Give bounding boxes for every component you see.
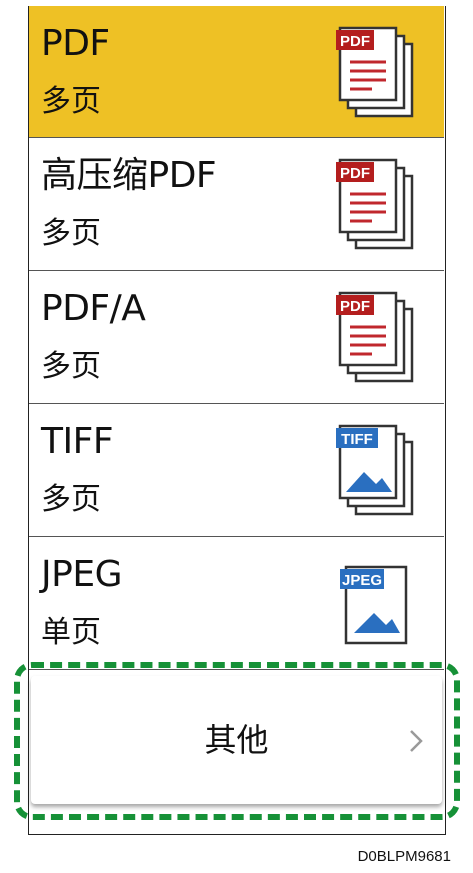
page-mode-label: 多页	[41, 216, 101, 251]
list-bottom-border	[28, 834, 446, 835]
badge-text: PDF	[340, 298, 370, 315]
chevron-right-icon	[410, 730, 423, 752]
pdf-multipage-icon: PDF	[330, 291, 430, 391]
list-item-compressed-pdf[interactable]: 高压缩PDF 多页 PDF	[29, 138, 444, 271]
other-button-label: 其他	[204, 721, 269, 759]
badge-text: PDF	[340, 165, 370, 182]
badge-text: JPEG	[342, 572, 382, 589]
file-type-name: JPEG	[41, 554, 122, 595]
list-item-pdf[interactable]: PDF 多页 PDF	[29, 6, 444, 138]
page-mode-label: 多页	[41, 349, 101, 384]
tiff-multipage-icon: TIFF	[330, 424, 430, 524]
figure-code: D0BLPM9681	[357, 848, 451, 865]
pdf-multipage-icon: PDF	[330, 26, 430, 126]
file-type-name: PDF	[41, 23, 110, 64]
file-type-name: 高压缩PDF	[41, 155, 217, 196]
list-item-jpeg[interactable]: JPEG 单页 JPEG	[29, 537, 444, 670]
badge-text: TIFF	[341, 431, 373, 448]
page-mode-label: 多页	[41, 84, 101, 119]
pdf-multipage-icon: PDF	[330, 158, 430, 258]
other-button[interactable]: 其他	[31, 676, 442, 804]
page-mode-label: 多页	[41, 482, 101, 517]
list-item-pdfa[interactable]: PDF/A 多页 PDF	[29, 271, 444, 404]
file-type-name: PDF/A	[41, 288, 146, 329]
file-type-list: PDF 多页 PDF 高压缩PDF 多页 PDF PDF/A 多页 PDF TI…	[28, 6, 446, 835]
list-item-tiff[interactable]: TIFF 多页 TIFF	[29, 404, 444, 537]
page-mode-label: 单页	[41, 615, 101, 650]
badge-text: PDF	[340, 33, 370, 50]
file-type-screen: PDF 多页 PDF 高压缩PDF 多页 PDF PDF/A 多页 PDF TI…	[0, 0, 473, 873]
jpeg-singlepage-icon: JPEG	[330, 557, 430, 657]
file-type-name: TIFF	[41, 421, 114, 462]
